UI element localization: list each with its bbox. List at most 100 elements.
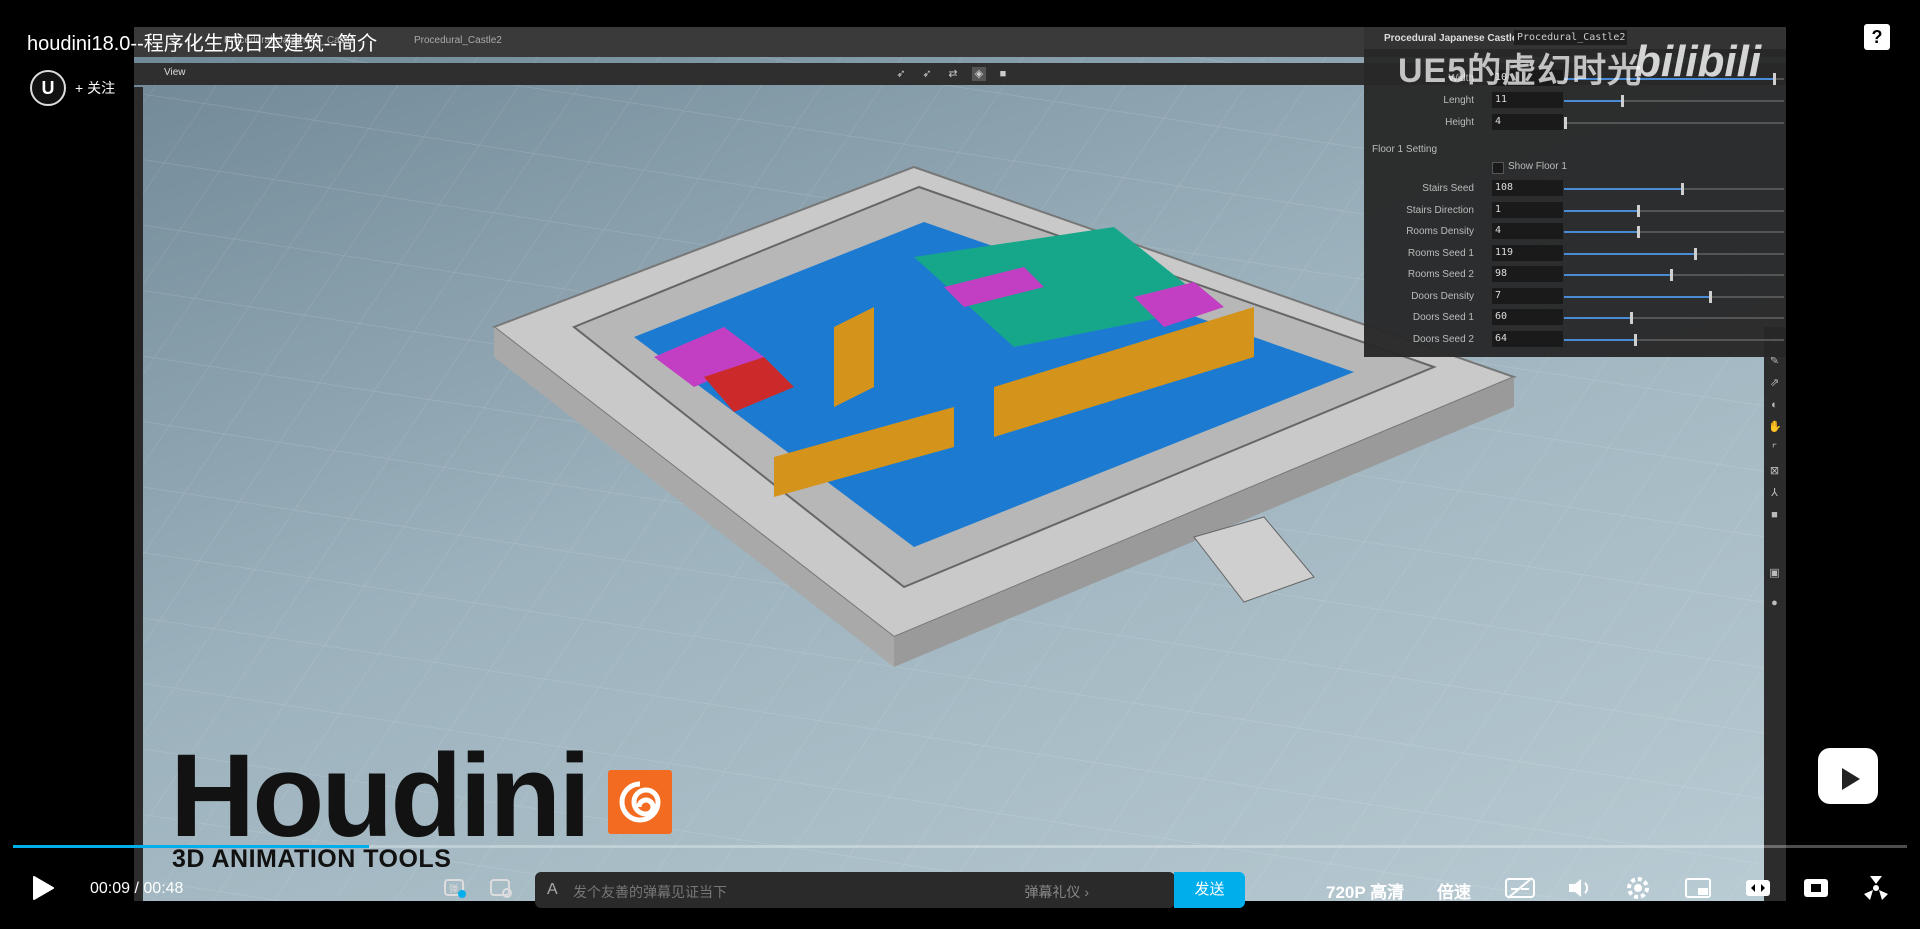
follow-button[interactable]: + 关注 <box>75 78 115 98</box>
show-floor-label: Show Floor 1 <box>1508 161 1567 172</box>
param-value-field[interactable]: 98 <box>1492 266 1563 282</box>
param-slider-fill <box>1564 231 1637 233</box>
camera-icon: ▣ <box>1769 567 1780 579</box>
settings-icon[interactable] <box>1620 868 1656 908</box>
param-label: Doors Density <box>1411 290 1474 302</box>
floor-section-label: Floor 1 Setting <box>1372 144 1438 155</box>
param-slider-fill <box>1564 295 1710 298</box>
current-time: 00:09 <box>90 880 131 897</box>
param-label: Rooms Seed 2 <box>1407 269 1474 280</box>
svg-text:弹: 弹 <box>449 883 458 895</box>
video-title: houdini18.0--程序化生成日本建筑--简介 <box>27 33 378 55</box>
player-controls: 00:09 / 00:48 弹 A 发个友善的弹幕见证当下 弹幕礼仪 › 发送 … <box>0 868 1920 908</box>
param-value-field[interactable]: 60 <box>1492 309 1563 325</box>
param-row: Rooms Density 4 <box>1364 222 1786 242</box>
param-row: Doors Seed 2 64 <box>1364 330 1786 350</box>
play-icon[interactable] <box>24 868 60 908</box>
danmaku-etiquette-link[interactable]: 弹幕礼仪 › <box>1024 882 1089 902</box>
param-value-field[interactable]: 1 <box>1492 201 1563 218</box>
axis-icon: ⅄ <box>1771 487 1778 499</box>
houdini-logo-icon <box>608 770 672 834</box>
param-slider-knob[interactable] <box>1636 204 1640 217</box>
param-label: Doors Seed 2 <box>1412 333 1474 345</box>
param-slider-fill <box>1564 209 1637 212</box>
fullscreen-icon[interactable] <box>1858 868 1894 908</box>
danmaku-input-box[interactable]: A 发个友善的弹幕见证当下 弹幕礼仪 › <box>535 872 1175 908</box>
param-slider[interactable] <box>1564 247 1784 260</box>
param-value-field[interactable]: 4 <box>1492 114 1563 130</box>
show-floor-checkbox[interactable] <box>1492 162 1504 174</box>
param-label: Doors Seed 1 <box>1412 312 1474 323</box>
shade-icon: ■ <box>1771 509 1778 521</box>
param-slider[interactable] <box>1564 117 1784 129</box>
param-row: Stairs Seed 108 <box>1364 179 1786 199</box>
param-slider-knob[interactable] <box>1564 117 1567 129</box>
param-slider[interactable] <box>1564 269 1784 281</box>
quality-selector[interactable]: 720P 高清 <box>1326 878 1404 903</box>
player-top-bar: houdini18.0--程序化生成日本建筑--简介 U + 关注 <box>0 0 1920 110</box>
param-label: Stairs Seed <box>1422 183 1474 194</box>
param-row: Height 4 <box>1364 113 1786 133</box>
grid-icon: ⊠ <box>1769 465 1780 477</box>
param-slider-knob[interactable] <box>1634 333 1638 346</box>
param-slider-knob[interactable] <box>1693 247 1697 260</box>
param-slider-fill <box>1564 338 1635 341</box>
location-icon: ● <box>1771 597 1778 609</box>
param-row: Doors Seed 1 60 <box>1364 308 1786 328</box>
param-label: Rooms Density <box>1406 226 1474 237</box>
houdini-logo-text: Houdini <box>170 730 591 862</box>
param-slider-knob[interactable] <box>1680 183 1684 195</box>
param-slider[interactable] <box>1564 183 1784 195</box>
danmaku-toggle-icon[interactable]: 弹 <box>440 868 470 908</box>
param-label: Rooms Seed 1 <box>1407 247 1474 259</box>
param-slider[interactable] <box>1564 226 1784 238</box>
text-style-icon[interactable]: A <box>547 881 558 899</box>
uploader-avatar[interactable]: U <box>30 70 66 106</box>
subtitle-icon[interactable] <box>1500 868 1540 908</box>
param-slider-fill <box>1564 252 1694 255</box>
param-row: Doors Density 7 <box>1364 287 1786 307</box>
frame-icon: ⌜ <box>1771 443 1778 455</box>
param-value-field[interactable]: 4 <box>1492 223 1563 239</box>
time-display: 00:09 / 00:48 <box>90 880 183 898</box>
param-value-field[interactable]: 108 <box>1492 180 1563 196</box>
progress-bar[interactable] <box>13 845 1907 848</box>
param-slider-fill <box>1564 317 1630 319</box>
param-value-field[interactable]: 119 <box>1492 244 1563 261</box>
volume-icon[interactable] <box>1562 868 1598 908</box>
param-slider-fill <box>1564 274 1670 276</box>
houdini-left-toolstrip <box>134 87 143 901</box>
time-separator: / <box>134 880 139 897</box>
param-slider-knob[interactable] <box>1709 290 1713 303</box>
float-play-icon[interactable] <box>1818 748 1878 804</box>
param-slider-knob[interactable] <box>1630 312 1633 324</box>
param-value-field[interactable]: 7 <box>1492 287 1563 304</box>
param-row: Rooms Seed 2 98 <box>1364 265 1786 285</box>
send-button[interactable]: 发送 <box>1174 872 1245 908</box>
param-slider[interactable] <box>1564 333 1784 346</box>
param-slider[interactable] <box>1564 204 1784 217</box>
picture-in-picture-icon[interactable] <box>1680 868 1716 908</box>
video-frame[interactable]: Procedural_Japanese_Castle Procedural_Ca… <box>134 27 1786 901</box>
duration: 00:48 <box>143 880 184 897</box>
param-slider[interactable] <box>1564 290 1784 303</box>
progress-played <box>13 845 370 848</box>
param-slider-fill <box>1564 188 1681 190</box>
ghost-icon: ⇗ <box>1769 377 1780 389</box>
param-label: Stairs Direction <box>1406 204 1474 216</box>
param-slider-knob[interactable] <box>1636 226 1640 238</box>
param-row: Rooms Seed 1 119 <box>1364 244 1786 264</box>
speed-selector[interactable]: 倍速 <box>1437 878 1471 903</box>
help-icon[interactable]: ? <box>1864 24 1890 50</box>
param-slider[interactable] <box>1564 312 1784 324</box>
danmaku-settings-icon[interactable] <box>486 868 516 908</box>
param-value-field[interactable]: 64 <box>1492 330 1563 347</box>
houdini-right-toolstrip: ↙ ✎ ⇗ ◐ ✋ ⌜ ⊠ ⅄ ■ ▣ ● <box>1764 327 1786 901</box>
widescreen-icon[interactable] <box>1740 868 1776 908</box>
web-fullscreen-icon[interactable] <box>1798 868 1834 908</box>
param-label: Height <box>1445 117 1474 128</box>
param-row: Stairs Direction 1 <box>1364 201 1786 221</box>
param-slider-knob[interactable] <box>1669 269 1673 281</box>
hand-icon: ✋ <box>1768 421 1782 433</box>
danmaku-input[interactable]: 发个友善的弹幕见证当下 <box>573 882 727 902</box>
